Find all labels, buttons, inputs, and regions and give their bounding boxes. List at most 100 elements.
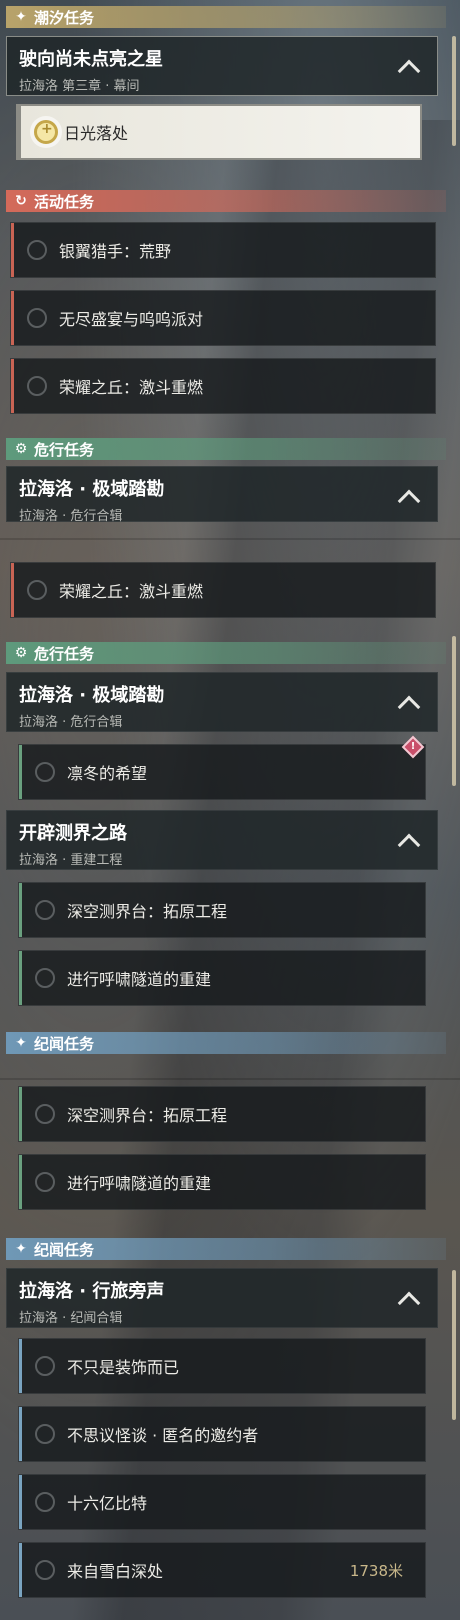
category-label: 纪闻任务 xyxy=(34,1240,95,1259)
sparkle-icon: ✦ xyxy=(15,9,27,25)
task-accent-bar xyxy=(18,106,21,158)
task-accent-bar xyxy=(11,563,14,617)
task-accent-bar xyxy=(19,1087,22,1141)
sun-icon xyxy=(34,120,58,144)
gear-icon: ⚙ xyxy=(14,645,28,661)
group-subtitle: 拉海洛 第三章 · 幕间 xyxy=(19,79,140,94)
category-header-tide: ✦ 潮汐任务 xyxy=(6,6,446,28)
task-label: 银翼猎手：荒野 xyxy=(59,242,172,261)
task-label: 进行呼啸隧道的重建 xyxy=(67,970,212,989)
task-item[interactable]: 进行呼啸隧道的重建 xyxy=(18,950,426,1006)
task-item[interactable]: 银翼猎手：荒野 xyxy=(10,222,436,278)
category-label: 活动任务 xyxy=(34,192,95,211)
quest-group-story[interactable]: 拉海洛 · 行旅旁声 拉海洛 · 纪闻合辑 xyxy=(6,1268,438,1328)
task-item-selected[interactable]: 日光落处 xyxy=(16,104,422,160)
task-accent-bar xyxy=(11,359,14,413)
category-header-story: ✦ 纪闻任务 xyxy=(6,1238,446,1260)
status-circle-icon xyxy=(35,1492,55,1512)
quest-group-tide[interactable]: 驶向尚未点亮之星 拉海洛 第三章 · 幕间 xyxy=(6,36,438,96)
scrollbar-thumb[interactable] xyxy=(452,1270,456,1420)
task-accent-bar xyxy=(19,1155,22,1209)
task-label: 十六亿比特 xyxy=(67,1494,148,1513)
task-item[interactable]: 不思议怪谈 · 匿名的邀约者 xyxy=(18,1406,426,1462)
task-accent-bar xyxy=(19,951,22,1005)
status-circle-icon xyxy=(35,968,55,988)
distance-label: 1738米 xyxy=(349,1561,403,1580)
task-accent-bar xyxy=(19,1339,22,1393)
group-title: 拉海洛 · 极域踏勘 xyxy=(19,685,165,706)
status-circle-icon xyxy=(35,1560,55,1580)
category-header-danger: ⚙ 危行任务 xyxy=(6,438,446,460)
status-circle-icon xyxy=(35,1104,55,1124)
task-item[interactable]: 无尽盛宴与呜呜派对 xyxy=(10,290,436,346)
group-subtitle: 拉海洛 · 重建工程 xyxy=(19,853,123,868)
status-circle-icon xyxy=(35,1356,55,1376)
task-label: 凛冬的希望 xyxy=(67,764,148,783)
group-title: 驶向尚未点亮之星 xyxy=(19,49,163,70)
task-accent-bar xyxy=(19,1407,22,1461)
group-subtitle: 拉海洛 · 危行合辑 xyxy=(19,509,123,524)
task-accent-bar xyxy=(19,1475,22,1529)
task-label: 不思议怪谈 · 匿名的邀约者 xyxy=(67,1426,259,1445)
quest-group-rebuild[interactable]: 开辟测界之路 拉海洛 · 重建工程 xyxy=(6,810,438,870)
group-subtitle: 拉海洛 · 危行合辑 xyxy=(19,715,123,730)
sparkle-icon: ✦ xyxy=(15,1035,27,1051)
status-circle-icon xyxy=(27,376,47,396)
task-label: 进行呼啸隧道的重建 xyxy=(67,1174,212,1193)
category-label: 潮汐任务 xyxy=(34,8,95,27)
task-item[interactable]: 荣耀之丘：激斗重燃 xyxy=(10,358,436,414)
task-label: 来自雪白深处 xyxy=(67,1562,164,1581)
refresh-icon: ↻ xyxy=(15,193,27,209)
task-accent-bar xyxy=(19,883,22,937)
category-label: 危行任务 xyxy=(34,644,95,663)
category-danger: ⚙ 危行任务 xyxy=(0,438,460,460)
category-header-story: ✦ 纪闻任务 xyxy=(6,1032,446,1054)
task-item[interactable]: 凛冬的希望 ! xyxy=(18,735,426,800)
status-circle-icon xyxy=(35,762,55,782)
gear-icon: ⚙ xyxy=(14,441,28,457)
status-circle-icon xyxy=(27,580,47,600)
group-subtitle: 拉海洛 · 纪闻合辑 xyxy=(19,1311,123,1326)
task-label: 深空测界台：拓原工程 xyxy=(67,1106,228,1125)
panel-divider xyxy=(0,538,460,540)
warning-icon: ! xyxy=(401,735,425,759)
status-circle-icon xyxy=(35,1172,55,1192)
task-accent-bar xyxy=(19,745,22,799)
category-header-event: ↻ 活动任务 xyxy=(6,190,446,212)
category-danger: ⚙ 危行任务 xyxy=(0,642,460,664)
task-label: 深空测界台：拓原工程 xyxy=(67,902,228,921)
sparkle-icon: ✦ xyxy=(15,1241,27,1257)
status-circle-icon xyxy=(35,900,55,920)
panel-divider xyxy=(0,1078,460,1080)
status-circle-icon xyxy=(27,308,47,328)
category-tide: ✦ 潮汐任务 xyxy=(0,6,460,28)
quest-group-danger[interactable]: 拉海洛 · 极域踏勘 拉海洛 · 危行合辑 xyxy=(6,466,438,524)
task-accent-bar xyxy=(19,1543,22,1597)
task-label: 荣耀之丘：激斗重燃 xyxy=(59,378,204,397)
scrollbar-thumb[interactable] xyxy=(452,36,456,146)
task-label: 不只是装饰而已 xyxy=(67,1358,180,1377)
task-item[interactable]: 深空测界台：拓原工程 xyxy=(18,882,426,938)
task-label: 无尽盛宴与呜呜派对 xyxy=(59,310,204,329)
status-circle-icon xyxy=(35,1424,55,1444)
task-item[interactable]: 进行呼啸隧道的重建 xyxy=(18,1154,426,1210)
task-item[interactable]: 深空测界台：拓原工程 xyxy=(18,1086,426,1142)
task-item[interactable]: 十六亿比特 xyxy=(18,1474,426,1530)
category-story: ✦ 纪闻任务 xyxy=(0,1032,460,1054)
category-label: 纪闻任务 xyxy=(34,1034,95,1053)
task-accent-bar xyxy=(11,223,14,277)
task-accent-bar xyxy=(11,291,14,345)
task-label: 荣耀之丘：激斗重燃 xyxy=(59,582,204,601)
task-item[interactable]: 荣耀之丘：激斗重燃 xyxy=(10,562,436,618)
task-label: 日光落处 xyxy=(64,124,129,143)
status-circle-icon xyxy=(27,240,47,260)
group-title: 拉海洛 · 行旅旁声 xyxy=(19,1281,165,1302)
category-label: 危行任务 xyxy=(34,440,95,459)
group-title: 拉海洛 · 极域踏勘 xyxy=(19,479,165,500)
task-item[interactable]: 来自雪白深处 1738米 xyxy=(18,1542,426,1598)
task-item[interactable]: 不只是装饰而已 xyxy=(18,1338,426,1394)
quest-group-danger[interactable]: 拉海洛 · 极域踏勘 拉海洛 · 危行合辑 xyxy=(6,672,438,732)
scrollbar-thumb[interactable] xyxy=(452,636,456,786)
category-header-danger: ⚙ 危行任务 xyxy=(6,642,446,664)
category-story: ✦ 纪闻任务 xyxy=(0,1238,460,1260)
